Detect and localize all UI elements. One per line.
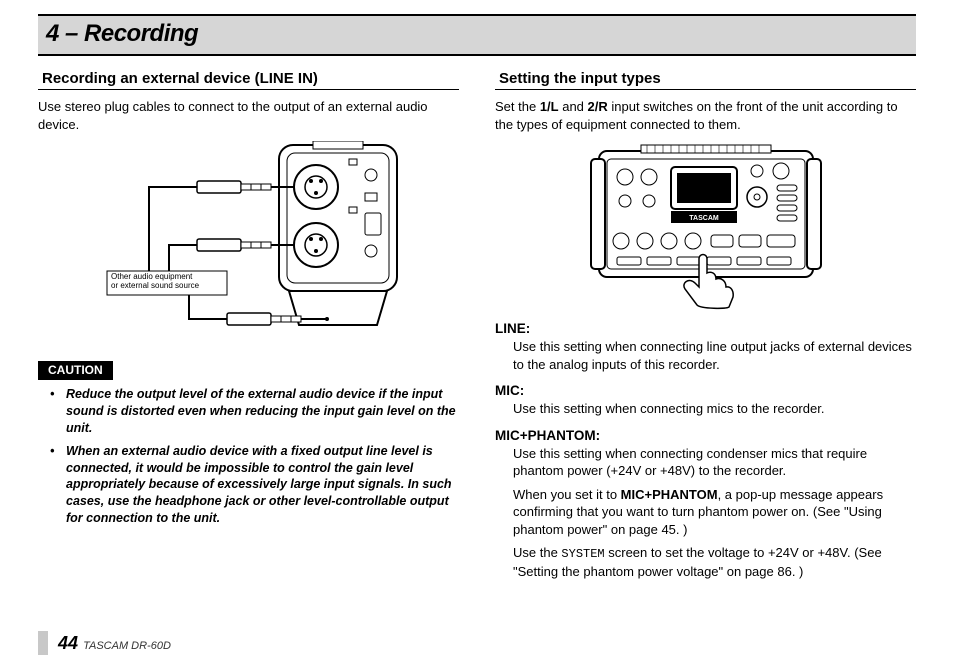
page-number: 44 (58, 633, 78, 653)
caution-item: When an external audio device with a fix… (56, 443, 459, 527)
section-title-right: Setting the input types (495, 70, 916, 87)
diagram-callout: Other audio equipment or external sound … (111, 273, 223, 291)
footer-text: 44 TASCAM DR-60D (58, 633, 171, 654)
setting-phantom-body1: Use this setting when connecting condens… (495, 445, 916, 480)
input-switch-svg: TASCAM (581, 141, 831, 311)
setting-phantom-head: MIC+PHANTOM: (495, 428, 916, 443)
section-intro: Use stereo plug cables to connect to the… (38, 98, 459, 133)
setting-mic-head: MIC: (495, 383, 916, 398)
section-intro-right: Set the 1/L and 2/R input switches on th… (495, 98, 916, 133)
caution-item: Reduce the output level of the external … (56, 386, 459, 437)
diagram-line-in: Other audio equipment or external sound … (38, 141, 459, 351)
page-footer: 44 TASCAM DR-60D (38, 631, 171, 655)
footer-tab-decoration (38, 631, 48, 655)
chapter-header: 4 – Recording (38, 14, 916, 56)
callout-line2: or external sound source (111, 281, 199, 290)
setting-line-head: LINE: (495, 321, 916, 336)
product-name: TASCAM DR-60D (83, 640, 171, 652)
section-header: Recording an external device (LINE IN) (38, 70, 459, 90)
device-brand: TASCAM (689, 215, 719, 222)
setting-mic-body: Use this setting when connecting mics to… (495, 400, 916, 418)
setting-phantom-body3: Use the SYSTEM screen to set the voltage… (495, 544, 916, 580)
line-in-svg: Other audio equipment or external sound … (89, 141, 409, 351)
setting-phantom-body2: When you set it to MIC+PHANTOM, a pop-up… (495, 486, 916, 539)
caution-label: CAUTION (38, 361, 113, 380)
callout-line1: Other audio equipment (111, 273, 192, 281)
chapter-title: 4 – Recording (46, 20, 908, 48)
manual-page: 4 – Recording Recording an external devi… (0, 0, 954, 586)
right-column: Setting the input types Set the 1/L and … (495, 70, 916, 586)
caution-list: Reduce the output level of the external … (38, 386, 459, 527)
setting-line-body: Use this setting when connecting line ou… (495, 338, 916, 373)
diagram-input-switches: TASCAM (495, 141, 916, 311)
section-title-left: Recording an external device (LINE IN) (38, 70, 459, 87)
section-header: Setting the input types (495, 70, 916, 90)
two-column-layout: Recording an external device (LINE IN) U… (38, 70, 916, 586)
left-column: Recording an external device (LINE IN) U… (38, 70, 459, 586)
